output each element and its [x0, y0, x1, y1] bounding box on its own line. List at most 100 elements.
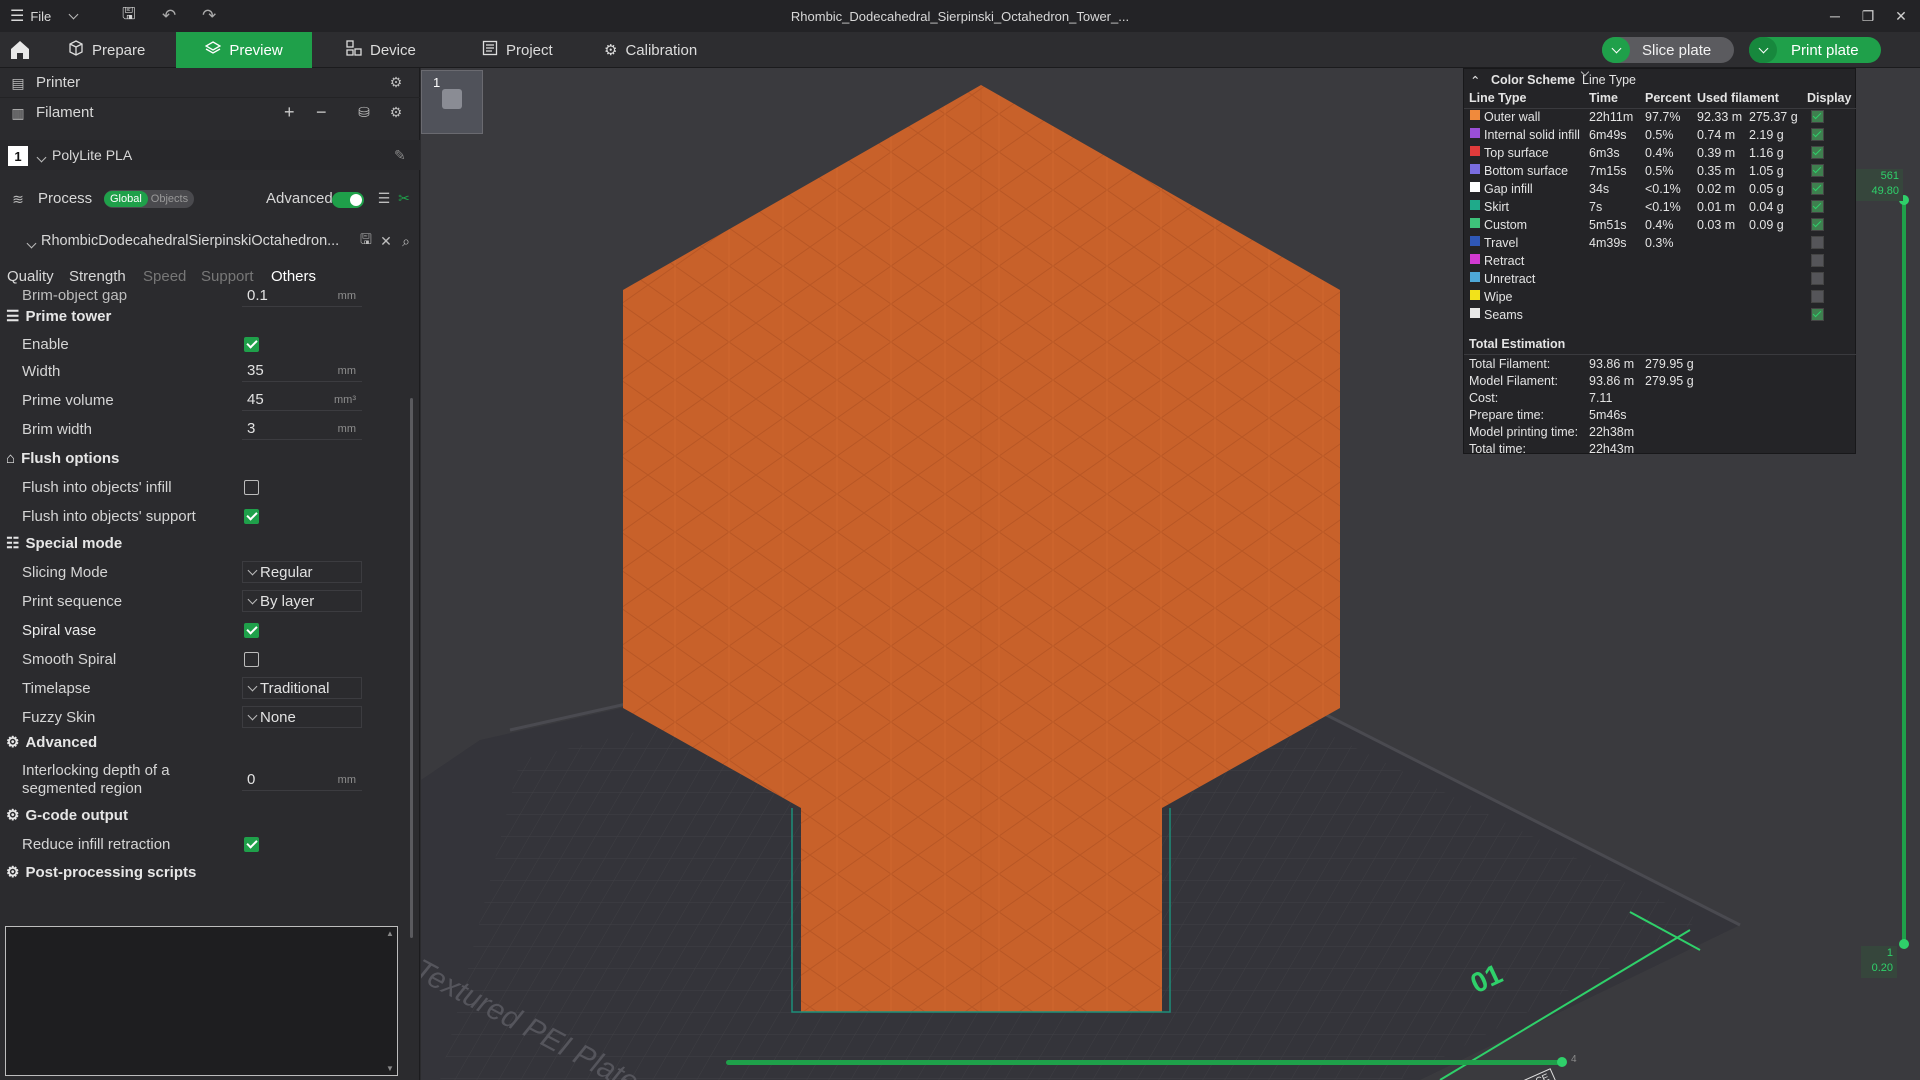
tab-support[interactable]: Support	[201, 268, 254, 285]
brim-width-row: Brim width 3 mm	[0, 417, 412, 441]
search-icon[interactable]: ⌕	[398, 233, 414, 249]
post-processing-textarea[interactable]: ▲ ▼	[5, 926, 398, 1076]
legend-row: Gap infill 34s <0.1% 0.02 m 0.05 g	[1464, 182, 1857, 200]
filament-settings-gear-icon[interactable]: ⚙	[388, 104, 404, 120]
legend-display-checkbox[interactable]	[1811, 272, 1824, 285]
legend-row: Internal solid infill 6m49s 0.5% 0.74 m 2.19…	[1464, 128, 1857, 146]
objects-option[interactable]: Objects	[148, 191, 194, 207]
legend-display-checkbox[interactable]	[1811, 308, 1824, 321]
horizontal-layer-slider[interactable]	[726, 1060, 1562, 1065]
close-preset-icon[interactable]: ✕	[378, 233, 394, 249]
fuzzy-skin-dropdown[interactable]: None	[242, 706, 362, 728]
collapse-legend-icon[interactable]: ⌃	[1470, 73, 1480, 88]
total-value-1: 93.86 m	[1589, 374, 1635, 388]
remove-filament-icon[interactable]: −	[316, 102, 327, 123]
compare-icon[interactable]: ✂	[396, 190, 412, 206]
slicing-mode-dropdown[interactable]: Regular	[242, 561, 362, 583]
legend-display-checkbox[interactable]	[1811, 254, 1824, 267]
home-icon[interactable]	[8, 38, 32, 62]
undo-icon[interactable]: ↶	[162, 0, 176, 32]
minimize-icon[interactable]: ─	[1820, 0, 1850, 32]
slice-dropdown-chevron-icon[interactable]	[1602, 37, 1630, 63]
timelapse-dropdown[interactable]: Traditional	[242, 677, 362, 699]
filament-selector[interactable]: 1 PolyLite PLA ✎	[0, 140, 420, 170]
flush-support-checkbox[interactable]	[244, 508, 259, 524]
smooth-spiral-label: Smooth Spiral	[22, 650, 117, 668]
legend-display-checkbox[interactable]	[1811, 164, 1824, 177]
save-icon[interactable]: 🖫	[122, 0, 136, 32]
redo-icon[interactable]: ↷	[202, 0, 216, 32]
filament-row: ▥ Filament + − ⛁ ⚙	[0, 98, 420, 128]
flush-options-section: ⌂ Flush options	[6, 450, 120, 467]
textarea-scroll-down-icon[interactable]: ▼	[386, 1064, 394, 1073]
print-dropdown-chevron-icon[interactable]	[1749, 37, 1777, 63]
filament-sync-icon[interactable]: ⛁	[356, 104, 372, 120]
tab-others[interactable]: Others	[271, 268, 316, 285]
window-title: Rhombic_Dodecahedral_Sierpinski_Octahedr…	[790, 9, 1130, 24]
restore-icon[interactable]: ❐	[1853, 0, 1883, 32]
total-row: Model printing time: 22h38m	[1464, 425, 1857, 443]
brim-width-input[interactable]: 3 mm	[242, 418, 362, 440]
filament-name: PolyLite PLA	[52, 147, 133, 163]
advanced-label: Advanced	[266, 190, 333, 207]
tab-quality[interactable]: Quality	[7, 268, 54, 285]
legend-display-checkbox[interactable]	[1811, 218, 1824, 231]
spiral-vase-checkbox[interactable]	[244, 622, 259, 638]
printer-row[interactable]: ▤ Printer ⚙	[0, 68, 420, 98]
legend-display-checkbox[interactable]	[1811, 200, 1824, 213]
tab-strength[interactable]: Strength	[69, 268, 126, 285]
object-chevron-icon[interactable]	[26, 234, 37, 250]
reduce-retraction-checkbox[interactable]	[244, 836, 259, 852]
brim-width-label: Brim width	[22, 420, 93, 438]
legend-percent: 0.5%	[1645, 164, 1674, 178]
printer-label: Printer	[36, 74, 81, 91]
tab-prepare[interactable]: Prepare	[52, 32, 176, 68]
file-menu[interactable]: ☰ File	[10, 0, 51, 32]
advanced-toggle[interactable]	[332, 192, 364, 208]
list-view-icon[interactable]: ☰	[376, 190, 392, 206]
tab-calibration[interactable]: ⚙ Calibration	[588, 32, 728, 68]
printer-settings-gear-icon[interactable]: ⚙	[388, 74, 404, 90]
print-plate-button[interactable]: Print plate	[1749, 37, 1881, 63]
legend-display-checkbox[interactable]	[1811, 146, 1824, 159]
print-sequence-dropdown[interactable]: By layer	[242, 590, 362, 612]
interlocking-input[interactable]: 0 mm	[242, 769, 362, 791]
global-objects-toggle[interactable]: Global Objects	[104, 190, 195, 208]
textarea-scroll-up-icon[interactable]: ▲	[386, 929, 394, 938]
legend-display-checkbox[interactable]	[1811, 128, 1824, 141]
tab-device[interactable]: Device	[330, 32, 440, 68]
tab-preview[interactable]: Preview	[176, 32, 312, 68]
tab-speed[interactable]: Speed	[143, 268, 186, 285]
prime-tower-enable-checkbox[interactable]	[244, 336, 259, 352]
smooth-spiral-checkbox[interactable]	[244, 651, 259, 667]
add-filament-icon[interactable]: +	[284, 102, 295, 123]
prime-tower-width-input[interactable]: 35 mm	[242, 360, 362, 382]
flush-infill-checkbox[interactable]	[244, 479, 259, 495]
legend-line-type: Retract	[1484, 254, 1525, 268]
plate-thumbnail[interactable]: 1	[421, 70, 483, 134]
prime-volume-input[interactable]: 45 mm³	[242, 389, 362, 411]
legend-display-checkbox[interactable]	[1811, 110, 1824, 123]
file-dropdown-chevron-icon[interactable]	[68, 0, 79, 32]
close-window-icon[interactable]: ✕	[1886, 0, 1916, 32]
reduce-retraction-row: Reduce infill retraction	[0, 832, 412, 856]
vertical-layer-slider[interactable]	[1902, 196, 1906, 946]
slice-plate-button[interactable]: Slice plate	[1602, 37, 1734, 63]
tab-project[interactable]: Project	[466, 32, 576, 68]
gcode-legend-panel: ⌃ Color Scheme Line Type Line Type Time …	[1463, 67, 1857, 456]
brim-gap-input[interactable]: 0.1 mm	[242, 290, 362, 307]
settings-scrollbar[interactable]	[410, 398, 413, 938]
total-value-1: 5m46s	[1589, 408, 1627, 422]
save-preset-icon[interactable]: 🖫	[358, 231, 374, 249]
legend-display-checkbox[interactable]	[1811, 290, 1824, 303]
legend-display-checkbox[interactable]	[1811, 182, 1824, 195]
legend-time: 22h11m	[1589, 110, 1634, 124]
edit-filament-icon[interactable]: ✎	[394, 147, 406, 164]
legend-display-checkbox[interactable]	[1811, 236, 1824, 249]
legend-row: Retract	[1464, 254, 1857, 272]
vertical-slider-bottom-label: 1 0.20	[1861, 946, 1897, 978]
legend-line-type: Wipe	[1484, 290, 1513, 304]
global-option[interactable]: Global	[104, 191, 148, 207]
slicing-mode-label: Slicing Mode	[22, 563, 108, 581]
legend-percent: 0.4%	[1645, 218, 1674, 232]
